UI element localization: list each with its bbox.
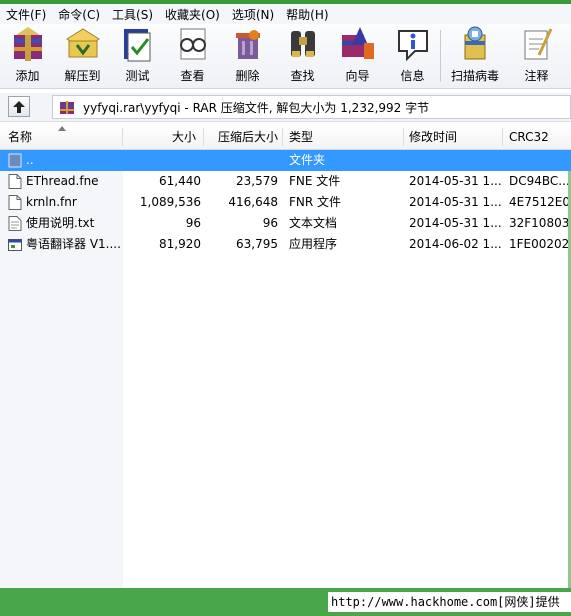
file-type: 文本文档: [289, 216, 338, 230]
file-name: 粤语翻译器 V1....: [26, 237, 121, 251]
file-modified: 2014-06-02 1...: [409, 237, 501, 251]
file-type: FNR 文件: [289, 195, 342, 209]
add-label: 添加: [15, 69, 40, 83]
extract-to-icon: [65, 28, 100, 58]
menu-commands[interactable]: 命令(C): [52, 6, 106, 23]
view-label: 查看: [180, 69, 205, 83]
comment-icon: [524, 28, 552, 60]
comment-button[interactable]: 注释: [509, 24, 564, 88]
add-button[interactable]: 添加: [0, 24, 55, 88]
file-packed-size: 23,579: [236, 174, 278, 188]
column-divider[interactable]: [282, 128, 283, 146]
file-type: 文件夹: [289, 153, 326, 167]
delete-icon: [235, 30, 260, 59]
test-label: 测试: [125, 69, 150, 83]
file-modified: 2014-05-31 1...: [409, 174, 501, 188]
info-button[interactable]: 信息: [385, 24, 440, 88]
file-size: 96: [185, 216, 201, 230]
file-crc32: 4E7512E0: [509, 195, 568, 209]
virus-scan-button[interactable]: 扫描病毒: [441, 24, 509, 88]
find-label: 查找: [290, 69, 315, 83]
wizard-button[interactable]: 向导: [330, 24, 385, 88]
watermark-text: http://www.hackhome.com[网侠]提供: [328, 592, 571, 612]
text-file-icon: [8, 216, 22, 231]
file-row[interactable]: krnln.fnr 1,089,536 416,648 FNR 文件 2014-…: [0, 192, 571, 213]
column-divider[interactable]: [403, 128, 404, 146]
file-modified: 2014-05-31 1...: [409, 216, 501, 230]
column-type[interactable]: 类型: [289, 125, 313, 149]
wizard-icon: [341, 27, 374, 59]
file-type: FNE 文件: [289, 174, 341, 188]
file-type: 应用程序: [289, 237, 338, 251]
file-row-parent[interactable]: .. 文件夹: [0, 150, 571, 171]
menu-file[interactable]: 文件(F): [0, 6, 52, 23]
file-row[interactable]: 使用说明.txt 96 96 文本文档 2014-05-31 1... 32F1…: [0, 213, 571, 234]
info-icon: [397, 30, 428, 62]
file-crc32: 32F10803: [509, 216, 568, 230]
find-button[interactable]: 查找: [275, 24, 330, 88]
file-row[interactable]: EThread.fne 61,440 23,579 FNE 文件 2014-05…: [0, 171, 571, 192]
virus-scan-label: 扫描病毒: [450, 69, 499, 83]
file-modified: [409, 150, 501, 171]
column-divider[interactable]: [502, 128, 503, 146]
file-row[interactable]: 粤语翻译器 V1.... 81,920 63,795 应用程序 2014-06-…: [0, 234, 571, 255]
find-icon: [290, 31, 315, 57]
view-icon: [179, 28, 206, 60]
rar-archive-icon: [60, 101, 74, 114]
menu-favorites[interactable]: 收藏夹(O): [159, 6, 226, 23]
toolbar: 添加 解压到 测试 查看 删除 查找 向导 信息 扫描病毒 注释: [0, 24, 571, 89]
application-icon: [8, 239, 22, 251]
file-size: 1,089,536: [139, 195, 201, 209]
extract-to-button[interactable]: 解压到: [55, 24, 110, 88]
column-name[interactable]: 名称: [8, 125, 32, 149]
file-modified: 2014-05-31 1...: [409, 195, 501, 209]
file-name: krnln.fnr: [26, 195, 77, 209]
file-crc32: 1FE00202: [509, 237, 568, 251]
extract-to-label: 解压到: [64, 69, 101, 83]
delete-label: 删除: [235, 69, 260, 83]
file-name: EThread.fne: [26, 174, 99, 188]
file-list-header: 名称 大小 压缩后大小 类型 修改时间 CRC32: [0, 125, 571, 150]
view-button[interactable]: 查看: [165, 24, 220, 88]
up-arrow-icon: [13, 100, 25, 113]
column-packed-size[interactable]: 压缩后大小: [204, 125, 278, 149]
file-icon: [8, 195, 22, 210]
comment-label: 注释: [524, 69, 549, 83]
file-crc32: [509, 150, 568, 171]
file-name: 使用说明.txt: [26, 216, 95, 230]
file-crc32: DC94BC...: [509, 174, 568, 188]
file-packed-size: 63,795: [236, 237, 278, 251]
file-packed-size: [204, 150, 278, 171]
file-name: ..: [26, 153, 34, 167]
file-size: 61,440: [159, 174, 201, 188]
address-bar: yyfyqi.rar\yyfyqi - RAR 压缩文件, 解包大小为 1,23…: [0, 93, 571, 122]
virus-scan-icon: [464, 26, 486, 60]
test-button[interactable]: 测试: [110, 24, 165, 88]
menu-options[interactable]: 选项(N): [226, 6, 280, 23]
column-size[interactable]: 大小: [123, 125, 198, 149]
info-label: 信息: [400, 69, 425, 83]
menu-tools[interactable]: 工具(S): [106, 6, 159, 23]
test-icon: [123, 29, 150, 62]
add-archive-icon: [13, 27, 42, 61]
delete-button[interactable]: 删除: [220, 24, 275, 88]
wizard-label: 向导: [345, 69, 370, 83]
column-crc32[interactable]: CRC32: [509, 125, 549, 149]
path-field[interactable]: yyfyqi.rar\yyfyqi - RAR 压缩文件, 解包大小为 1,23…: [52, 95, 571, 119]
file-size: [123, 150, 201, 171]
file-icon: [8, 174, 22, 189]
folder-up-icon: [8, 153, 22, 168]
file-packed-size: 96: [262, 216, 278, 230]
menu-help[interactable]: 帮助(H): [280, 6, 334, 23]
up-folder-button[interactable]: [8, 96, 30, 117]
path-text: yyfyqi.rar\yyfyqi - RAR 压缩文件, 解包大小为 1,23…: [83, 100, 430, 115]
column-modified[interactable]: 修改时间: [409, 125, 457, 149]
file-size: 81,920: [159, 237, 201, 251]
menu-bar: 文件(F) 命令(C) 工具(S) 收藏夹(O) 选项(N) 帮助(H): [0, 4, 571, 24]
sort-ascending-icon: [58, 126, 66, 131]
file-packed-size: 416,648: [228, 195, 278, 209]
